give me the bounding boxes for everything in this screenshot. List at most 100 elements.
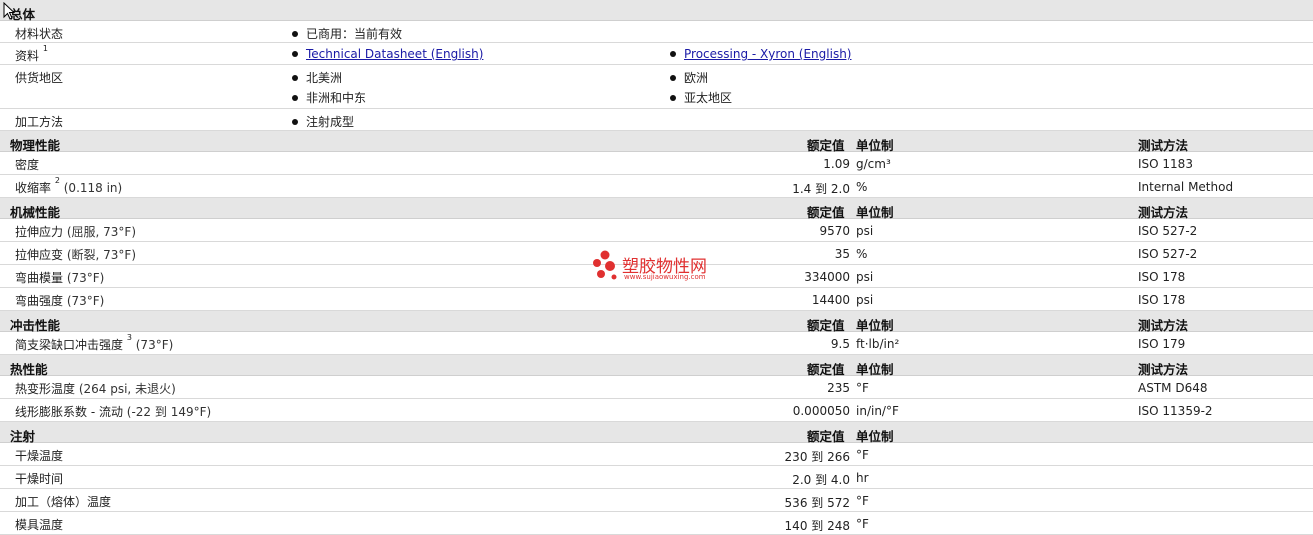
property-name: 干燥温度 [15, 449, 64, 463]
processing-guide-link[interactable]: Processing - Xyron (English) [684, 47, 851, 61]
property-label: 弯曲模量 (73°F) [15, 269, 104, 286]
footnote-marker: 3 [126, 333, 132, 342]
section-header: 机械性能 额定值 单位制 测试方法 [0, 198, 1313, 220]
property-value: 9.5 [830, 337, 850, 351]
property-unit: °F [856, 494, 869, 508]
property-unit: in/in/°F [856, 404, 899, 418]
property-value: 0.000050 [792, 404, 850, 418]
watermark-url: www.sujiaowuxing.com [624, 273, 706, 281]
property-row: 拉伸应力 (屈服, 73°F) 9570 psi ISO 527-2 [0, 219, 1313, 242]
row-label: 供货地区 [15, 71, 64, 85]
row-label: 材料状态 [15, 27, 64, 41]
bullet-icon [670, 74, 676, 81]
test-method: ISO 11359-2 [1138, 404, 1213, 418]
property-row: 模具温度 140 到 248 °F [0, 512, 1313, 535]
property-row: 干燥时间 2.0 到 4.0 hr [0, 466, 1313, 489]
property-label: 热变形温度 (264 psi, 未退火) [15, 380, 176, 397]
test-method: ISO 178 [1138, 293, 1186, 307]
property-row: 干燥温度 230 到 266 °F [0, 443, 1313, 466]
property-value: 1.4 到 2.0 [792, 182, 850, 196]
watermark: 塑胶物性网 www.sujiaowuxing.com [592, 248, 707, 285]
property-unit: °F [856, 448, 869, 462]
property-condition: (屈服, 73°F) [63, 225, 136, 239]
property-row: 密度 1.09 g/cm³ ISO 1183 [0, 152, 1313, 175]
section-header: 热性能 额定值 单位制 测试方法 [0, 355, 1313, 377]
property-unit: ft·lb/in² [856, 337, 900, 351]
property-condition: (73°F) [63, 271, 105, 285]
mouse-cursor-icon [3, 2, 15, 20]
row-label: 资料 1 [15, 44, 48, 64]
bullet-item: Processing - Xyron (English) [670, 47, 851, 61]
property-condition: (-22 到 149°F) [122, 405, 212, 419]
bullet-icon [292, 74, 298, 81]
bullet-icon [292, 118, 298, 125]
property-condition: (0.118 in) [59, 181, 123, 195]
watermark-logo-icon [593, 250, 617, 280]
bullet-item: 注射成型 [292, 113, 354, 130]
property-unit: psi [856, 293, 874, 307]
test-method: ISO 527-2 [1138, 247, 1198, 261]
property-label: 模具温度 [15, 516, 63, 533]
section-header-general: 总体 [0, 0, 1313, 22]
property-label: 弯曲强度 (73°F) [15, 292, 104, 309]
property-label: 拉伸应力 (屈服, 73°F) [15, 223, 136, 240]
bullet-item: 已商用：当前有效 [292, 25, 402, 42]
region-name: 北美洲 [306, 71, 343, 85]
property-row: 线形膨胀系数 - 流动 (-22 到 149°F) 0.000050 in/in/°… [0, 399, 1313, 422]
property-label: 密度 [15, 156, 39, 173]
footnote-marker: 1 [42, 44, 48, 53]
property-unit: % [856, 180, 868, 194]
property-row: 弯曲强度 (73°F) 14400 psi ISO 178 [0, 288, 1313, 311]
property-row: 收缩率 2 (0.118 in) 1.4 到 2.0% Internal Metho… [0, 175, 1313, 198]
section-header: 物理性能 额定值 单位制 测试方法 [0, 131, 1313, 153]
property-name: 收缩率 [15, 181, 52, 195]
bullet-icon [292, 94, 298, 101]
region-name: 亚太地区 [684, 91, 733, 105]
property-condition: (73°F) [63, 294, 105, 308]
property-row: 简支梁缺口冲击强度 3 (73°F) 9.5 ft·lb/in² ISO 179 [0, 332, 1313, 355]
row-regions: 供货地区 北美洲 欧洲 非洲和中东 亚太地区 [0, 65, 1313, 109]
row-material-status: 材料状态 已商用：当前有效 [0, 21, 1313, 43]
bullet-icon [670, 94, 676, 101]
property-condition: (断裂, 73°F) [63, 248, 136, 262]
test-method: ISO 527-2 [1138, 224, 1198, 238]
property-label: 干燥时间 [15, 470, 63, 487]
property-label: 拉伸应变 (断裂, 73°F) [15, 246, 136, 263]
property-name: 密度 [15, 158, 40, 172]
bullet-item: 亚太地区 [670, 89, 732, 106]
property-condition: (264 psi, 未退火) [75, 382, 176, 396]
test-method: ISO 1183 [1138, 157, 1193, 171]
property-label: 收缩率 2 (0.118 in) [15, 176, 123, 196]
property-name: 干燥时间 [15, 472, 64, 486]
test-method: ISO 179 [1138, 337, 1186, 351]
property-value: 140 到 248 [784, 519, 850, 533]
property-row: 加工（熔体）温度 536 到 572 °F [0, 489, 1313, 512]
property-unit: psi [856, 224, 874, 238]
bullet-icon [670, 50, 676, 57]
section-header: 注射 额定值 单位制 [0, 422, 1313, 444]
bullet-item: 非洲和中东 [292, 89, 366, 106]
property-label: 简支梁缺口冲击强度 3 (73°F) [15, 333, 173, 353]
technical-datasheet-link[interactable]: Technical Datasheet (English) [306, 47, 483, 61]
property-unit: °F [856, 381, 869, 395]
property-name: 弯曲模量 [15, 271, 64, 285]
bullet-item: 欧洲 [670, 69, 708, 86]
property-label: 线形膨胀系数 - 流动 (-22 到 149°F) [15, 403, 211, 420]
property-value: 1.09 [823, 157, 850, 171]
property-name: 弯曲强度 [15, 294, 64, 308]
property-name: 热变形温度 [15, 382, 76, 396]
property-value: 35 [834, 247, 850, 261]
property-sections: 物理性能 额定值 单位制 测试方法 密度 1.09 g/cm³ ISO 1183 收缩率 2 (… [0, 131, 1313, 535]
property-value: 9570 [819, 224, 850, 238]
property-value: 230 到 266 [784, 450, 850, 464]
test-method: ASTM D648 [1138, 381, 1208, 395]
property-name: 加工（熔体）温度 [15, 495, 112, 509]
status-value: 已商用：当前有效 [306, 27, 403, 41]
processing-value: 注射成型 [306, 115, 355, 129]
property-label: 干燥温度 [15, 447, 63, 464]
bullet-item: Technical Datasheet (English) [292, 47, 483, 61]
property-name: 模具温度 [15, 518, 64, 532]
property-name: 拉伸应变 [15, 248, 64, 262]
property-value: 14400 [811, 293, 850, 307]
property-name: 简支梁缺口冲击强度 [15, 338, 124, 352]
